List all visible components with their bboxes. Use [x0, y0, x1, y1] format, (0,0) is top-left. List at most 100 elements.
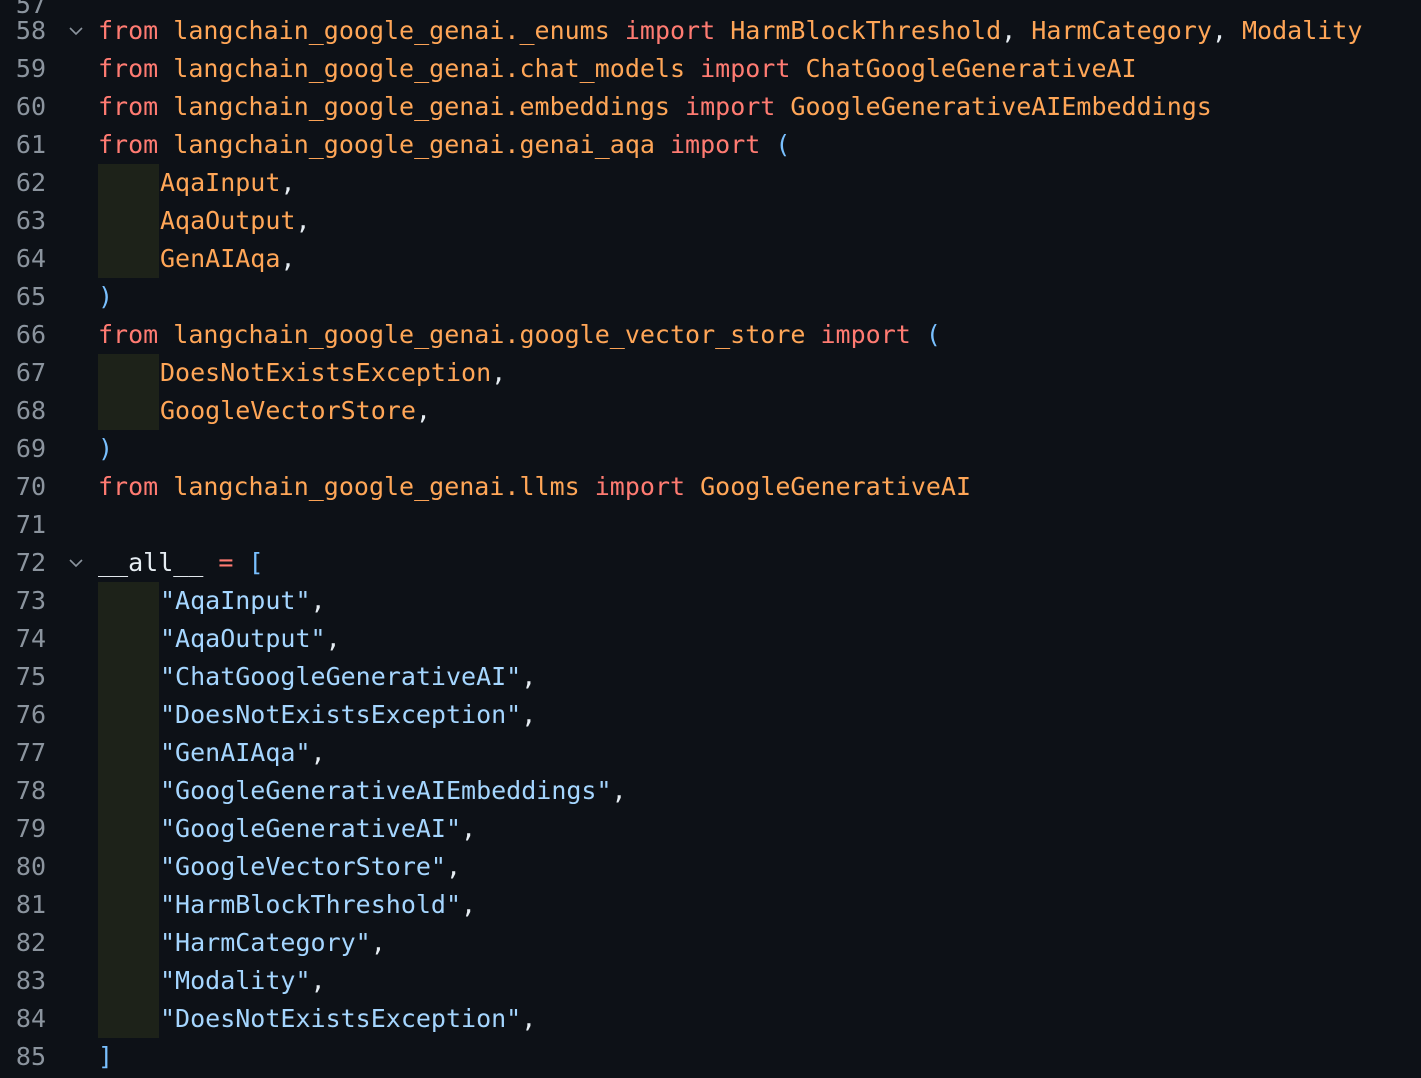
- code-line[interactable]: 82 "HarmCategory",: [0, 924, 1421, 962]
- code-line[interactable]: 70 from langchain_google_genai.llms impor…: [0, 468, 1421, 506]
- code-token: HarmCategory: [1031, 16, 1212, 45]
- code-text: "GoogleVectorStore",: [160, 848, 461, 886]
- code-token: langchain_google_genai.embeddings: [173, 92, 670, 121]
- chevron-down-icon[interactable]: [66, 12, 86, 50]
- code-token: (: [925, 320, 941, 349]
- indent-guide: [98, 772, 159, 810]
- code-token: ,: [521, 700, 537, 729]
- code-line[interactable]: 76 "DoesNotExistsException",: [0, 696, 1421, 734]
- code-line[interactable]: 79 "GoogleGenerativeAI",: [0, 810, 1421, 848]
- code-text: from langchain_google_genai.genai_aqa im…: [98, 126, 790, 164]
- code-token: AqaOutput: [160, 206, 296, 235]
- line-number: 85: [15, 1042, 46, 1071]
- code-line[interactable]: 81 "HarmBlockThreshold",: [0, 886, 1421, 924]
- code-line[interactable]: 83 "Modality",: [0, 962, 1421, 1000]
- code-token: ,: [415, 396, 431, 425]
- code-token: ,: [461, 814, 477, 843]
- line-number: 75: [15, 662, 46, 691]
- code-editor[interactable]: 57 58from langchain_google_genai._enums …: [0, 0, 1421, 1078]
- code-text: "GoogleGenerativeAI",: [160, 810, 476, 848]
- code-token: DoesNotExistsException: [160, 358, 492, 387]
- code-line[interactable]: 85]: [0, 1038, 1421, 1076]
- indent-guide: [98, 810, 159, 848]
- line-number-gutter: 77: [0, 734, 60, 772]
- code-token: import: [700, 54, 791, 83]
- code-line[interactable]: 61 from langchain_google_genai.genai_aqa …: [0, 126, 1421, 164]
- code-text: from langchain_google_genai.google_vecto…: [98, 316, 941, 354]
- code-token: AqaInput: [160, 168, 281, 197]
- line-number: 61: [15, 130, 46, 159]
- code-line[interactable]: 63 AqaOutput,: [0, 202, 1421, 240]
- code-token: HarmBlockThreshold: [730, 16, 1002, 45]
- code-line[interactable]: 80 "GoogleVectorStore",: [0, 848, 1421, 886]
- line-number: 65: [15, 282, 46, 311]
- code-line[interactable]: 64 GenAIAqa,: [0, 240, 1421, 278]
- code-line[interactable]: 69): [0, 430, 1421, 468]
- indent-guide: [98, 886, 159, 924]
- line-number: 59: [15, 54, 46, 83]
- indent-guide: [98, 240, 159, 278]
- code-token: "Modality": [160, 966, 311, 995]
- code-token: ,: [370, 928, 386, 957]
- line-number: 83: [15, 966, 46, 995]
- code-token: ,: [280, 168, 296, 197]
- code-line[interactable]: 65): [0, 278, 1421, 316]
- code-line[interactable]: 73 "AqaInput",: [0, 582, 1421, 620]
- line-number: 84: [15, 1004, 46, 1033]
- code-line[interactable]: 77 "GenAIAqa",: [0, 734, 1421, 772]
- code-text: AqaOutput,: [160, 202, 311, 240]
- code-token: ,: [295, 206, 311, 235]
- code-token: ]: [98, 1042, 114, 1071]
- code-line[interactable]: 62 AqaInput,: [0, 164, 1421, 202]
- code-token: import: [820, 320, 911, 349]
- code-line[interactable]: 78 "GoogleGenerativeAIEmbeddings",: [0, 772, 1421, 810]
- line-number-gutter: 68: [0, 392, 60, 430]
- code-text: "AqaInput",: [160, 582, 326, 620]
- code-line[interactable]: 67 DoesNotExistsException,: [0, 354, 1421, 392]
- code-token: langchain_google_genai.genai_aqa: [173, 130, 655, 159]
- chevron-down-icon[interactable]: [66, 544, 86, 582]
- code-line[interactable]: 72 __all__ = [: [0, 544, 1421, 582]
- indent-guide: [98, 1000, 159, 1038]
- code-token: ,: [521, 662, 537, 691]
- code-line[interactable]: 66 from langchain_google_genai.google_vec…: [0, 316, 1421, 354]
- code-lines: 57 58from langchain_google_genai._enums …: [0, 0, 1421, 1076]
- line-number-gutter: 78: [0, 772, 60, 810]
- code-token: "GenAIAqa": [160, 738, 311, 767]
- code-text: "DoesNotExistsException",: [160, 1000, 536, 1038]
- code-line[interactable]: 60 from langchain_google_genai.embeddings…: [0, 88, 1421, 126]
- line-number-gutter: 80: [0, 848, 60, 886]
- code-line[interactable]: 68 GoogleVectorStore,: [0, 392, 1421, 430]
- code-text: "DoesNotExistsException",: [160, 696, 536, 734]
- code-token: ): [98, 282, 114, 311]
- code-text: from langchain_google_genai._enums impor…: [98, 12, 1362, 50]
- code-token: "ChatGoogleGenerativeAI": [160, 662, 522, 691]
- code-line[interactable]: 74 "AqaOutput",: [0, 620, 1421, 658]
- code-line[interactable]: 71: [0, 506, 1421, 544]
- line-number: 72: [15, 548, 46, 577]
- line-number: 63: [15, 206, 46, 235]
- code-token: __all__: [98, 548, 204, 577]
- code-token: "GoogleGenerativeAI": [160, 814, 462, 843]
- code-line[interactable]: 84 "DoesNotExistsException",: [0, 1000, 1421, 1038]
- code-line[interactable]: 58 from langchain_google_genai._enums imp…: [0, 12, 1421, 50]
- indent-guide: [98, 696, 159, 734]
- line-number-gutter: 59: [0, 50, 60, 88]
- code-token: import: [594, 472, 686, 501]
- line-number: 71: [15, 510, 46, 539]
- code-token: langchain_google_genai.llms: [173, 472, 580, 501]
- line-number: 64: [15, 244, 46, 273]
- code-line[interactable]: 75 "ChatGoogleGenerativeAI",: [0, 658, 1421, 696]
- code-token: ,: [611, 776, 627, 805]
- line-number-gutter: 82: [0, 924, 60, 962]
- line-number: 79: [15, 814, 46, 843]
- line-number-gutter: 63: [0, 202, 60, 240]
- code-line[interactable]: 59 from langchain_google_genai.chat_model…: [0, 50, 1421, 88]
- code-token: ,: [491, 358, 507, 387]
